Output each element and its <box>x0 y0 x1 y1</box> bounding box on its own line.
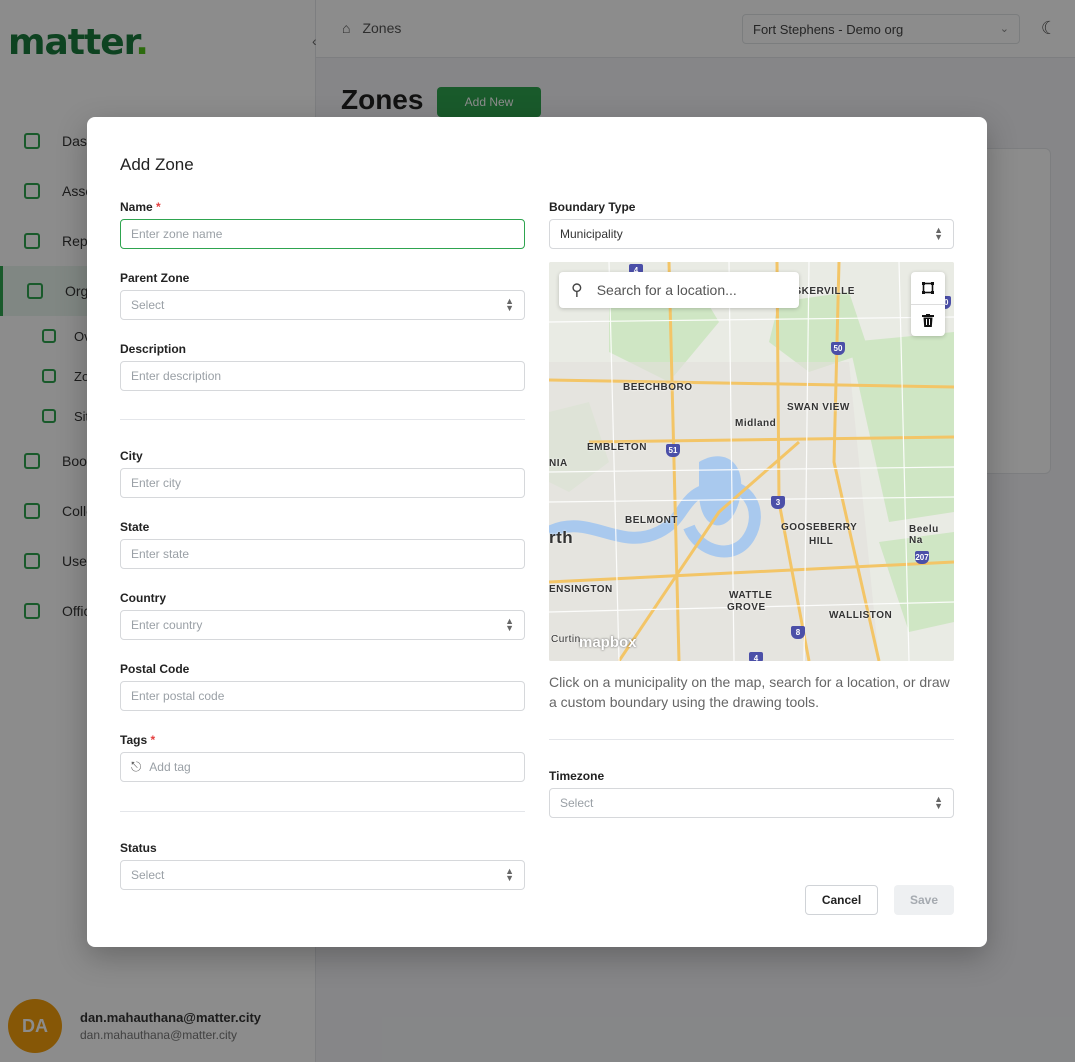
postal-code-input[interactable] <box>131 689 524 703</box>
city-label: City <box>120 449 143 463</box>
divider <box>549 739 954 740</box>
boundary-help-text: Click on a municipality on the map, sear… <box>549 674 950 710</box>
divider <box>120 811 525 812</box>
name-field[interactable] <box>120 219 525 249</box>
route-shield: 50 <box>831 342 845 355</box>
trash-icon[interactable] <box>911 304 945 336</box>
country-select[interactable]: Enter country ▲ ▼ <box>120 610 525 640</box>
cancel-button[interactable]: Cancel <box>805 885 878 915</box>
postal-code-label: Postal Code <box>120 662 190 676</box>
route-shield: 51 <box>666 444 680 457</box>
boundary-type-label: Boundary Type <box>549 200 636 214</box>
city-input[interactable] <box>131 476 524 490</box>
updown-icon: ▲ ▼ <box>934 794 943 811</box>
route-shield: 207 <box>915 551 929 564</box>
map-search-box[interactable]: ⚲ Search for a location... <box>559 272 799 308</box>
status-select[interactable]: Select ▲ ▼ <box>120 860 525 890</box>
right-column: Boundary Type Municipality ▲ ▼ BASKERVIL… <box>549 199 954 818</box>
timezone-select[interactable]: Select ▲ ▼ <box>549 788 954 818</box>
updown-icon: ▲ ▼ <box>505 616 514 633</box>
description-input[interactable] <box>131 369 524 383</box>
country-label: Country <box>120 591 166 605</box>
parent-zone-select[interactable]: Select ▲ ▼ <box>120 290 525 320</box>
status-label: Status <box>120 841 157 855</box>
map-search-placeholder: Search for a location... <box>596 282 737 298</box>
parent-zone-label: Parent Zone <box>120 271 190 285</box>
modal-title: Add Zone <box>120 155 194 174</box>
timezone-label: Timezone <box>549 769 605 783</box>
tags-field[interactable]: ⎋ <box>120 752 525 782</box>
left-column: Name * Parent Zone Select ▲▼ Description… <box>120 199 525 890</box>
postal-code-field[interactable] <box>120 681 525 711</box>
divider <box>120 419 525 420</box>
description-label: Description <box>120 342 187 356</box>
save-button[interactable]: Save <box>894 885 954 915</box>
description-field[interactable] <box>120 361 525 391</box>
state-field[interactable] <box>120 539 525 569</box>
draw-polygon-icon[interactable] <box>911 272 945 304</box>
name-input[interactable] <box>131 227 524 241</box>
tags-label: Tags * <box>120 733 156 747</box>
search-icon: ⚲ <box>571 282 583 299</box>
route-shield: 3 <box>771 496 785 509</box>
route-shield: 4 <box>749 652 763 661</box>
state-label: State <box>120 520 150 534</box>
add-zone-modal: Add Zone Name * Parent Zone Select ▲▼ De… <box>87 117 987 947</box>
boundary-type-select[interactable]: Municipality ▲ ▼ <box>549 219 954 249</box>
updown-icon: ▲ ▼ <box>505 296 514 313</box>
mapbox-attribution[interactable]: mapbox <box>579 634 637 651</box>
name-label: Name * <box>120 200 161 214</box>
updown-icon: ▲ ▼ <box>505 866 514 883</box>
city-field[interactable] <box>120 468 525 498</box>
map-draw-tools <box>911 272 945 336</box>
updown-icon: ▲ ▼ <box>934 225 943 242</box>
tag-icon: ⎋ <box>131 759 142 774</box>
boundary-map[interactable]: BASKERVILLE BEECHBORO SWAN VIEW Midland … <box>549 262 954 661</box>
route-shield: 8 <box>791 626 805 639</box>
state-input[interactable] <box>131 547 524 561</box>
tags-input[interactable] <box>149 760 524 774</box>
